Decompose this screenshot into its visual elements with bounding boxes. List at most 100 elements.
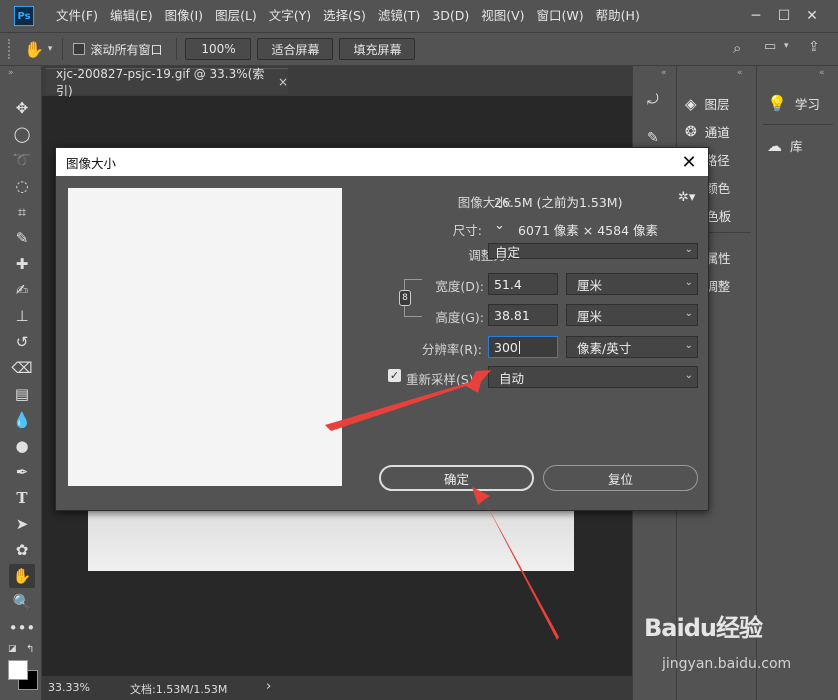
- tools-panel: » ✥ ◯ ➰ ◌ ⌗ ✎ ✚ ✍ ⊥ ↺ ⌫ ▤ 💧 ● ✒ T ➤ ✿ ✋ …: [0, 66, 42, 700]
- image-preview[interactable]: [68, 188, 342, 486]
- resolution-input[interactable]: 300: [488, 336, 558, 358]
- height-label: 高度(G):: [435, 310, 484, 325]
- menu-3d[interactable]: 3D(D): [426, 0, 475, 32]
- dimensions-value: 6071 像素 × 4584 像素: [518, 223, 658, 238]
- hand-tool-icon[interactable]: ✋: [9, 564, 35, 588]
- hand-tool-icon[interactable]: ✋: [24, 40, 44, 59]
- photoshop-logo: Ps: [14, 6, 34, 26]
- close-tab-icon[interactable]: ×: [278, 75, 288, 89]
- collapse-icon[interactable]: «: [737, 68, 743, 78]
- zoom-100-button[interactable]: 100%: [185, 38, 252, 60]
- resolution-unit-value: 像素/英寸: [577, 340, 632, 356]
- blur-tool-icon[interactable]: 💧: [9, 408, 35, 432]
- shape-tool-icon[interactable]: ✿: [9, 538, 35, 562]
- menu-file[interactable]: 文件(F): [50, 0, 104, 32]
- maximize-icon[interactable]: ☐: [770, 0, 798, 32]
- crop-tool-icon[interactable]: ⌗: [9, 200, 35, 224]
- panel-libraries[interactable]: ☁ 库: [767, 136, 803, 155]
- menu-image[interactable]: 图像(I): [159, 0, 209, 32]
- swap-colors-icon[interactable]: ↰: [26, 644, 34, 655]
- path-select-tool-icon[interactable]: ➤: [9, 512, 35, 536]
- panel-libraries-label: 库: [790, 139, 803, 154]
- divider: [763, 124, 833, 125]
- menu-help[interactable]: 帮助(H): [590, 0, 646, 32]
- menu-filter[interactable]: 滤镜(T): [372, 0, 426, 32]
- dialog-titlebar: 图像大小 ✕: [56, 148, 708, 176]
- chevron-down-icon[interactable]: ⌄: [494, 218, 505, 233]
- scroll-all-checkbox[interactable]: [73, 43, 86, 55]
- resample-checkbox[interactable]: ✓: [388, 369, 401, 382]
- marquee-tool-icon[interactable]: ◯: [9, 122, 35, 146]
- panel-layers-label: 图层: [704, 97, 730, 112]
- watermark-logo: Baidu经验: [644, 608, 763, 643]
- lasso-tool-icon[interactable]: ➰: [9, 148, 35, 172]
- width-unit-select[interactable]: 厘米 ⌄: [566, 273, 698, 295]
- zoom-tool-icon[interactable]: 🔍: [9, 590, 35, 614]
- move-tool-icon[interactable]: ✥: [9, 96, 35, 120]
- default-colors-icon[interactable]: ◪: [8, 644, 17, 654]
- eyedropper-tool-icon[interactable]: ✎: [9, 226, 35, 250]
- fit-to-select[interactable]: 自定 ⌄: [488, 243, 698, 260]
- width-input[interactable]: 51.4: [488, 273, 558, 295]
- height-input[interactable]: 38.81: [488, 304, 558, 326]
- more-tools-icon[interactable]: •••: [9, 616, 36, 640]
- chevron-down-icon: ⌄: [684, 340, 693, 351]
- status-zoom[interactable]: 33.33%: [48, 681, 90, 694]
- menu-select[interactable]: 选择(S): [317, 0, 372, 32]
- menu-view[interactable]: 视图(V): [475, 0, 530, 32]
- close-icon[interactable]: ✕: [678, 151, 700, 173]
- resample-label: 重新采样(S):: [406, 372, 478, 387]
- fit-screen-button[interactable]: 适合屏幕: [257, 38, 334, 60]
- layers-icon: ◈: [685, 94, 697, 113]
- dodge-tool-icon[interactable]: ●: [9, 434, 35, 458]
- resolution-unit-select[interactable]: 像素/英寸 ⌄: [566, 336, 698, 358]
- chevron-down-icon[interactable]: ▾: [48, 44, 53, 54]
- quick-select-tool-icon[interactable]: ◌: [9, 174, 35, 198]
- history-brush-tool-icon[interactable]: ↺: [9, 330, 35, 354]
- brush-tool-icon[interactable]: ✍: [9, 278, 35, 302]
- height-unit-select[interactable]: 厘米 ⌄: [566, 304, 698, 326]
- healing-brush-tool-icon[interactable]: ✚: [9, 252, 35, 276]
- fit-to-value: 自定: [495, 244, 521, 260]
- foreground-color-swatch[interactable]: [8, 660, 28, 680]
- brush-panel-icon[interactable]: ✎: [647, 130, 659, 146]
- ok-button[interactable]: 确定: [379, 465, 534, 491]
- collapse-icon[interactable]: «: [661, 68, 667, 78]
- clone-stamp-tool-icon[interactable]: ⊥: [9, 304, 35, 328]
- panel-layers[interactable]: ◈ 图层: [685, 94, 730, 113]
- panel-swatches-label: 色板: [706, 209, 732, 224]
- menu-window[interactable]: 窗口(W): [531, 0, 590, 32]
- channels-icon: ❂: [685, 123, 697, 140]
- panel-properties-label: 属性: [705, 251, 731, 266]
- status-menu-arrow[interactable]: ›: [266, 679, 271, 694]
- resample-select[interactable]: 自动 ⌄: [488, 366, 698, 388]
- divider: [176, 38, 178, 60]
- workspace-icon[interactable]: ▭: [764, 39, 776, 54]
- gear-icon[interactable]: ✲▾: [678, 190, 695, 205]
- menu-layer[interactable]: 图层(L): [209, 0, 263, 32]
- gradient-tool-icon[interactable]: ▤: [9, 382, 35, 406]
- collapse-icon[interactable]: «: [819, 68, 825, 78]
- chevron-down-icon: ⌄: [684, 277, 693, 288]
- dialog-title: 图像大小: [66, 155, 117, 171]
- pen-tool-icon[interactable]: ✒: [9, 460, 35, 484]
- document-tab[interactable]: xjc-200827-psjc-19.gif @ 33.3%(索引) ×: [46, 67, 288, 98]
- type-tool-icon[interactable]: T: [9, 486, 35, 510]
- menu-type[interactable]: 文字(Y): [263, 0, 317, 32]
- panel-learn[interactable]: 💡 学习: [767, 94, 820, 113]
- text-cursor: [518, 340, 520, 354]
- menu-edit[interactable]: 编辑(E): [104, 0, 159, 32]
- reset-button[interactable]: 复位: [543, 465, 698, 491]
- minimize-icon[interactable]: ─: [742, 0, 770, 32]
- panel-channels[interactable]: ❂ 通道: [685, 122, 730, 141]
- collapse-icon[interactable]: »: [8, 68, 14, 78]
- history-panel-icon[interactable]: ⤾: [647, 92, 659, 108]
- chevron-down-icon[interactable]: ▾: [784, 41, 789, 51]
- search-icon[interactable]: ⌕: [733, 39, 741, 57]
- fill-screen-button[interactable]: 填充屏幕: [339, 38, 416, 60]
- height-unit-value: 厘米: [577, 308, 603, 324]
- close-window-icon[interactable]: ✕: [798, 0, 826, 32]
- eraser-tool-icon[interactable]: ⌫: [9, 356, 35, 380]
- chevron-down-icon: ⌄: [684, 308, 693, 319]
- share-icon[interactable]: ⇪: [808, 39, 820, 55]
